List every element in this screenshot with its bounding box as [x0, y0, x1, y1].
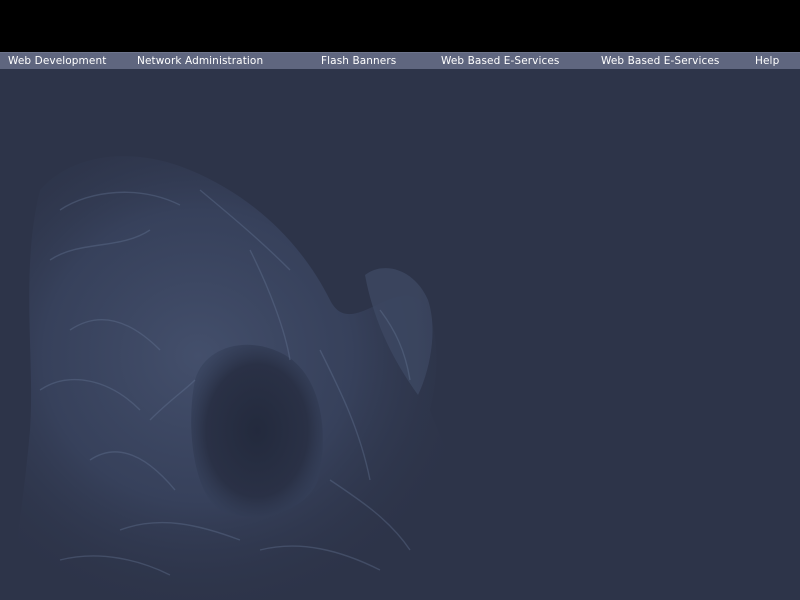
nav-item-web-based-e-services[interactable]: Web Based E-Services — [441, 53, 560, 69]
rock-fade — [0, 130, 520, 600]
nav-item-network-administration[interactable]: Network Administration — [137, 53, 263, 69]
nav-item-web-based-e-services-2[interactable]: Web Based E-Services — [601, 53, 720, 69]
nav-item-web-development[interactable]: Web Development — [8, 53, 106, 69]
main-navigation-bar: Web Development Network Administration F… — [0, 52, 800, 69]
nav-item-help[interactable]: Help — [755, 53, 779, 69]
top-black-bar — [0, 0, 800, 52]
page-root: Web Development Network Administration F… — [0, 0, 800, 600]
nav-item-flash-banners[interactable]: Flash Banners — [321, 53, 396, 69]
cave-rock-arch-image — [0, 130, 520, 600]
